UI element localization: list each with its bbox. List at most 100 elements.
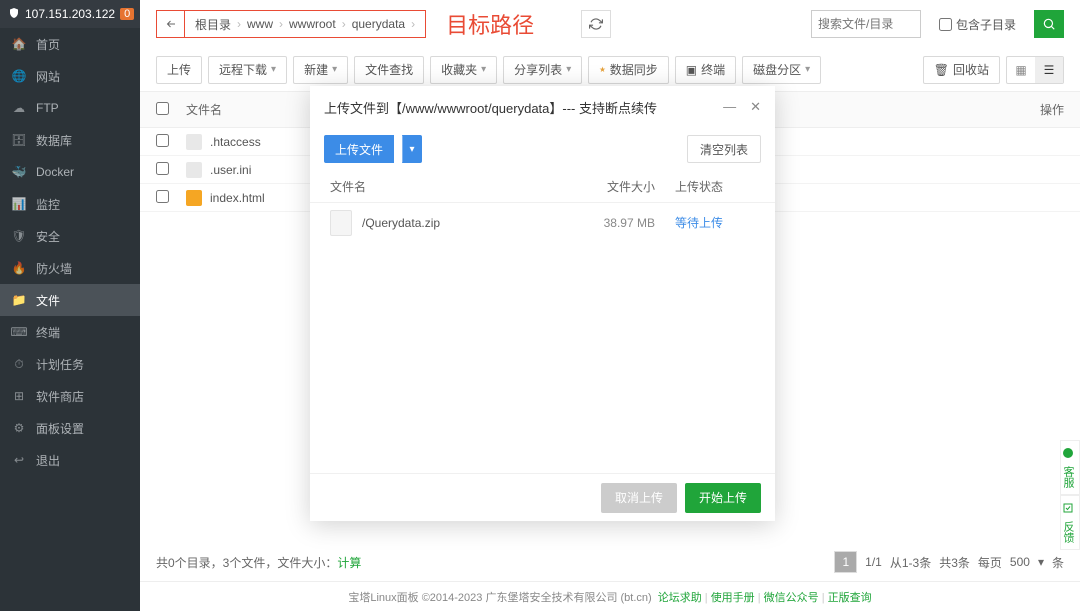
favorites-button[interactable]: 收藏夹 ▾ bbox=[430, 56, 497, 84]
breadcrumb-segment[interactable]: www bbox=[247, 17, 273, 31]
footer: 宝塔Linux面板 ©2014-2023 广东堡塔安全技术有限公司 (bt.cn… bbox=[140, 581, 1080, 611]
sidebar-item-folder[interactable]: 📁文件 bbox=[0, 284, 140, 316]
footer-link[interactable]: 正版查询 bbox=[828, 592, 872, 604]
sidebar: 107.151.203.122 0 🏠 首页 🌐网站 ☁ FTP 🗄 数据库 🐳 Docker 📊… bbox=[0, 0, 140, 611]
path-box: 根目录›www›wwwroot›querydata› bbox=[156, 10, 426, 38]
sidebar-item-docker[interactable]: 🐳 Docker bbox=[0, 156, 140, 188]
disk-partition-button[interactable]: 磁盘分区 ▾ bbox=[742, 56, 821, 84]
sidebar-item-store[interactable]: ⊞软件商店 bbox=[0, 380, 140, 412]
back-button[interactable] bbox=[157, 11, 185, 37]
upload-button[interactable]: 上传 bbox=[156, 56, 202, 84]
document-icon bbox=[330, 210, 352, 236]
upload-file-size: 38.97 MB bbox=[575, 216, 655, 230]
store-icon: ⊞ bbox=[12, 389, 26, 403]
share-list-button[interactable]: 分享列表 ▾ bbox=[503, 56, 582, 84]
sidebar-item-label: 终端 bbox=[36, 324, 60, 341]
search-button[interactable] bbox=[1034, 10, 1064, 38]
sidebar-item-label: FTP bbox=[36, 101, 59, 115]
docker-icon: 🐳 bbox=[12, 165, 26, 179]
shield-icon: 🛡 bbox=[12, 229, 26, 243]
upload-file-button[interactable]: 上传文件 bbox=[324, 135, 394, 163]
modal-title: 上传文件到【/www/wwwroot/querydata】--- 支持断点续传 bbox=[324, 98, 657, 117]
sidebar-item-label: 监控 bbox=[36, 196, 60, 213]
include-subdir-checkbox[interactable]: 包含子目录 bbox=[939, 16, 1016, 33]
list-view-button[interactable]: ☰ bbox=[1035, 57, 1063, 83]
clear-list-button[interactable]: 清空列表 bbox=[687, 135, 761, 163]
database-icon: 🗄 bbox=[12, 133, 26, 147]
minimize-icon[interactable]: — bbox=[723, 99, 736, 115]
sidebar-item-exit[interactable]: ↩退出 bbox=[0, 444, 140, 476]
terminal-button[interactable]: ▣ 终端 bbox=[675, 56, 736, 84]
select-all-checkbox[interactable] bbox=[156, 102, 169, 115]
refresh-button[interactable] bbox=[581, 10, 611, 38]
modal-toolbar: 上传文件 ▾ 清空列表 bbox=[310, 128, 775, 170]
sidebar-item-database[interactable]: 🗄 数据库 bbox=[0, 124, 140, 156]
sidebar-item-label: 文件 bbox=[36, 292, 60, 309]
footer-link[interactable]: 论坛求助 bbox=[658, 592, 702, 604]
customer-service-button[interactable]: 客服 bbox=[1060, 440, 1080, 495]
upload-file-dropdown[interactable]: ▾ bbox=[402, 135, 422, 163]
breadcrumb[interactable]: 根目录›www›wwwroot›querydata› bbox=[185, 16, 425, 33]
file-name: .htaccess bbox=[210, 135, 261, 149]
cancel-upload-button[interactable]: 取消上传 bbox=[601, 483, 677, 513]
upload-file-status[interactable]: 等待上传 bbox=[675, 214, 755, 231]
pagination: 1 1/1 从1-3条 共3条 每页 500 ▾ 条 bbox=[834, 551, 1064, 573]
footer-link[interactable]: 微信公众号 bbox=[764, 592, 819, 604]
view-toggle: ▦ ☰ bbox=[1006, 56, 1064, 84]
sidebar-item-label: 首页 bbox=[36, 36, 60, 53]
sidebar-item-ftp[interactable]: ☁ FTP bbox=[0, 92, 140, 124]
feedback-button[interactable]: 反馈 bbox=[1060, 495, 1080, 550]
row-checkbox[interactable] bbox=[156, 134, 169, 147]
per-page-select[interactable]: 500 bbox=[1010, 555, 1030, 569]
upload-row: /Querydata.zip38.97 MB等待上传 bbox=[310, 202, 775, 242]
shield-icon bbox=[8, 7, 20, 22]
sidebar-item-firewall[interactable]: 🔥 防火墙 bbox=[0, 252, 140, 284]
sidebar-item-shield[interactable]: 🛡 安全 bbox=[0, 220, 140, 252]
sidebar-item-label: 数据库 bbox=[36, 132, 72, 149]
breadcrumb-segment[interactable]: querydata bbox=[352, 17, 405, 31]
sidebar-item-label: Docker bbox=[36, 165, 74, 179]
firewall-icon: 🔥 bbox=[12, 261, 26, 275]
row-checkbox[interactable] bbox=[156, 190, 169, 203]
create-button[interactable]: 新建 ▾ bbox=[293, 56, 348, 84]
remote-download-button[interactable]: 远程下载 ▾ bbox=[208, 56, 287, 84]
status-bar: 共0个目录，3个文件，文件大小： 计算 1 1/1 从1-3条 共3条 每页 5… bbox=[140, 545, 1080, 579]
close-icon[interactable]: ✕ bbox=[750, 99, 761, 115]
modal-header[interactable]: 上传文件到【/www/wwwroot/querydata】--- 支持断点续传 … bbox=[310, 86, 775, 128]
file-icon bbox=[186, 134, 202, 150]
file-search-button[interactable]: 文件查找 bbox=[354, 56, 424, 84]
data-sync-button[interactable]: ⭑ 数据同步 bbox=[588, 56, 669, 84]
footer-link[interactable]: 使用手册 bbox=[711, 592, 755, 604]
notification-badge[interactable]: 0 bbox=[120, 8, 134, 20]
home-icon: 🏠 bbox=[12, 37, 26, 51]
server-ip: 107.151.203.122 bbox=[25, 7, 115, 21]
sidebar-item-label: 安全 bbox=[36, 228, 60, 245]
sidebar-item-monitor[interactable]: 📊监控 bbox=[0, 188, 140, 220]
sidebar-item-home[interactable]: 🏠 首页 bbox=[0, 28, 140, 60]
grid-view-button[interactable]: ▦ bbox=[1007, 57, 1035, 83]
search-input[interactable] bbox=[811, 10, 921, 38]
recycle-bin-button[interactable]: 🗑 回收站 bbox=[923, 56, 1000, 84]
sidebar-item-globe[interactable]: 🌐网站 bbox=[0, 60, 140, 92]
terminal-icon: ⌨ bbox=[12, 325, 26, 339]
sidebar-item-label: 网站 bbox=[36, 68, 60, 85]
breadcrumb-segment[interactable]: wwwroot bbox=[289, 17, 336, 31]
sidebar-item-schedule[interactable]: ⏱计划任务 bbox=[0, 348, 140, 380]
col-header-ops: 操作 bbox=[1024, 101, 1064, 118]
sidebar-item-terminal[interactable]: ⌨ 终端 bbox=[0, 316, 140, 348]
modal-table-header: 文件名 文件大小 上传状态 bbox=[310, 170, 775, 202]
annotation-label: 目标路径 bbox=[446, 8, 534, 40]
start-upload-button[interactable]: 开始上传 bbox=[685, 483, 761, 513]
sidebar-item-label: 计划任务 bbox=[36, 356, 84, 373]
exit-icon: ↩ bbox=[12, 453, 26, 467]
sidebar-item-settings[interactable]: ⚙面板设置 bbox=[0, 412, 140, 444]
calc-size-link[interactable]: 计算 bbox=[337, 554, 361, 571]
sidebar-item-label: 防火墙 bbox=[36, 260, 72, 277]
terminal-icon: ▣ bbox=[686, 63, 697, 77]
path-row: 根目录›www›wwwroot›querydata› 目标路径 包含子目录 bbox=[140, 0, 1080, 48]
row-checkbox[interactable] bbox=[156, 162, 169, 175]
trash-icon: 🗑 bbox=[934, 63, 949, 77]
breadcrumb-segment[interactable]: 根目录 bbox=[195, 16, 231, 33]
page-current[interactable]: 1 bbox=[834, 551, 857, 573]
ftp-icon: ☁ bbox=[12, 101, 26, 115]
